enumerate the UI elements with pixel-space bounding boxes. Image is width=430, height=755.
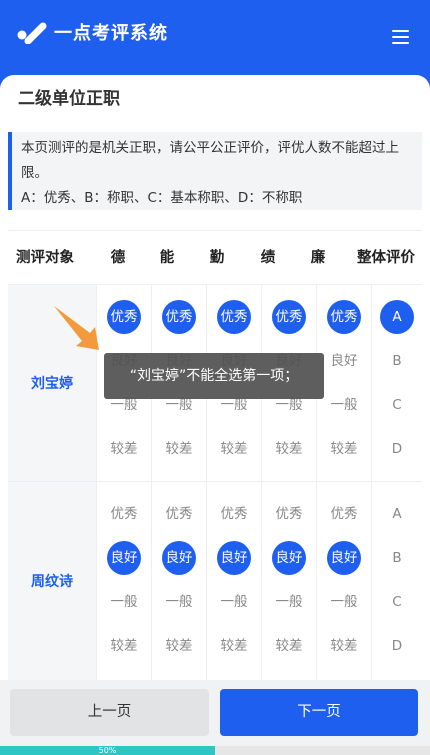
- rating-option[interactable]: B: [380, 344, 414, 378]
- grade-legend: A：优秀、B：称职、C：基本称职、D：不称职: [21, 190, 303, 206]
- rating-option[interactable]: 一般: [217, 585, 251, 619]
- overall-column: ABCD: [371, 482, 422, 680]
- rating-option[interactable]: 较差: [162, 629, 196, 663]
- rating-option[interactable]: 一般: [327, 585, 361, 619]
- rating-option[interactable]: C: [380, 388, 414, 422]
- row-subject-name: 周纹诗: [8, 482, 96, 680]
- rating-option[interactable]: 优秀: [217, 300, 251, 334]
- header-ji: 绩: [260, 250, 276, 266]
- notice-box: 本页测评的是机关正职，请公平公正评价，评优人数不能超过上限。 A：优秀、B：称职…: [8, 132, 422, 210]
- rating-option[interactable]: 较差: [107, 629, 141, 663]
- rating-option[interactable]: 一般: [327, 388, 361, 422]
- rating-option[interactable]: 良好: [162, 541, 196, 575]
- rating-option[interactable]: 较差: [327, 432, 361, 466]
- rating-option[interactable]: 优秀: [107, 497, 141, 531]
- rating-option[interactable]: 良好: [107, 541, 141, 575]
- rating-option[interactable]: 一般: [107, 585, 141, 619]
- progress-bar: 50%: [0, 746, 430, 755]
- overall-column: ABCD: [371, 285, 422, 481]
- rating-option[interactable]: 优秀: [217, 497, 251, 531]
- header-qin: 勤: [209, 250, 225, 266]
- rating-option[interactable]: 良好: [272, 541, 306, 575]
- rating-option[interactable]: D: [380, 432, 414, 466]
- rating-option[interactable]: 良好: [327, 541, 361, 575]
- rating-option[interactable]: 良好: [217, 541, 251, 575]
- rating-option[interactable]: 较差: [272, 629, 306, 663]
- hamburger-menu-icon[interactable]: [389, 27, 413, 47]
- rating-option[interactable]: 较差: [272, 432, 306, 466]
- page-title: 二级单位正职: [18, 89, 120, 109]
- criteria-column-de: 优秀良好一般较差: [96, 482, 151, 680]
- next-page-button[interactable]: 下一页: [220, 689, 418, 736]
- rating-option[interactable]: 优秀: [107, 300, 141, 334]
- rating-option[interactable]: D: [380, 629, 414, 663]
- header-de: 德: [110, 250, 126, 266]
- rating-option[interactable]: 较差: [162, 432, 196, 466]
- rating-option[interactable]: 一般: [272, 585, 306, 619]
- rating-option[interactable]: 良好: [327, 344, 361, 378]
- app-title: 一点考评系统: [54, 23, 168, 44]
- rating-option[interactable]: 优秀: [327, 300, 361, 334]
- header-subject: 测评对象: [16, 250, 74, 266]
- table-row: 周纹诗 优秀 良好 一般 较差 优秀 良好 一般 较差 优秀 良好 一般 较差 优秀 良好 一般 较差 优秀 良好…: [8, 481, 422, 680]
- header-overall: 整体评价: [357, 250, 415, 266]
- rating-option[interactable]: 较差: [217, 432, 251, 466]
- rating-option[interactable]: A: [380, 300, 414, 334]
- criteria-column-ji: 优秀良好一般较差: [261, 482, 316, 680]
- rating-option[interactable]: 一般: [162, 585, 196, 619]
- rating-option[interactable]: B: [380, 541, 414, 575]
- rating-option[interactable]: 较差: [107, 432, 141, 466]
- rating-option[interactable]: C: [380, 585, 414, 619]
- prev-page-button[interactable]: 上一页: [10, 689, 209, 736]
- header-neng: 能: [159, 250, 175, 266]
- rating-option[interactable]: 优秀: [162, 300, 196, 334]
- table-header: 测评对象 德 能 勤 绩 廉 整体评价: [8, 230, 422, 284]
- rating-option[interactable]: 优秀: [162, 497, 196, 531]
- check-logo-icon: [17, 22, 47, 44]
- criteria-column-qin: 优秀良好一般较差: [206, 482, 261, 680]
- rating-option[interactable]: 优秀: [272, 497, 306, 531]
- progress-label: 50%: [98, 746, 117, 755]
- validation-toast: “刘宝婷”不能全选第一项；: [104, 353, 324, 399]
- notice-text: 本页测评的是机关正职，请公平公正评价，评优人数不能超过上限。: [21, 140, 399, 181]
- criteria-column-lian: 优秀 良好 一般 较差: [316, 482, 371, 680]
- rating-option[interactable]: 较差: [217, 629, 251, 663]
- pointer-arrow-icon: [54, 306, 99, 350]
- criteria-column-lian: 优秀 良好 一般 较差: [316, 285, 371, 481]
- rating-option[interactable]: 较差: [327, 629, 361, 663]
- criteria-column-neng: 优秀良好一般较差: [151, 482, 206, 680]
- rating-option[interactable]: 优秀: [272, 300, 306, 334]
- rating-option[interactable]: A: [380, 497, 414, 531]
- footer-bar: 上一页 下一页: [0, 680, 430, 755]
- rating-option[interactable]: 优秀: [327, 497, 361, 531]
- header-lian: 廉: [310, 250, 326, 266]
